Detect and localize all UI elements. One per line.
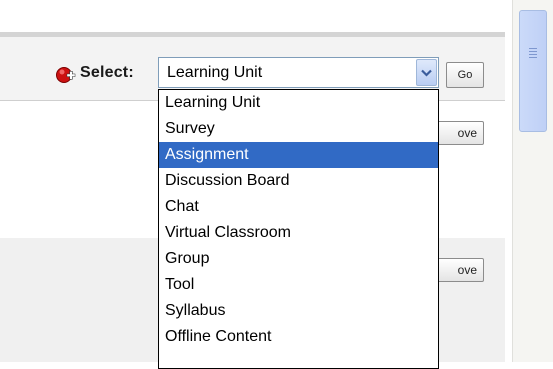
scrollbar-thumb[interactable]: [519, 10, 547, 132]
select-label: Select:: [80, 64, 134, 81]
option-learning-unit[interactable]: Learning Unit: [159, 90, 438, 116]
grip-icon: [529, 48, 537, 60]
select-dropdown-list[interactable]: Learning Unit Survey Assignment Discussi…: [158, 89, 439, 369]
option-virtual-classroom[interactable]: Virtual Classroom: [159, 220, 438, 246]
option-syllabus[interactable]: Syllabus: [159, 298, 438, 324]
content-type-select[interactable]: Learning Unit: [158, 57, 439, 88]
add-icon: [56, 67, 76, 83]
go-button[interactable]: Go: [446, 62, 484, 88]
vertical-scrollbar[interactable]: [512, 0, 553, 362]
option-assignment[interactable]: Assignment: [159, 142, 438, 168]
chevron-down-icon: [421, 69, 432, 77]
option-offline-content[interactable]: Offline Content: [159, 324, 438, 350]
select-current-value: Learning Unit: [167, 64, 263, 81]
option-survey[interactable]: Survey: [159, 116, 438, 142]
select-dropdown-button[interactable]: [416, 59, 437, 86]
option-tool[interactable]: Tool: [159, 272, 438, 298]
option-group[interactable]: Group: [159, 246, 438, 272]
option-chat[interactable]: Chat: [159, 194, 438, 220]
option-discussion-board[interactable]: Discussion Board: [159, 168, 438, 194]
